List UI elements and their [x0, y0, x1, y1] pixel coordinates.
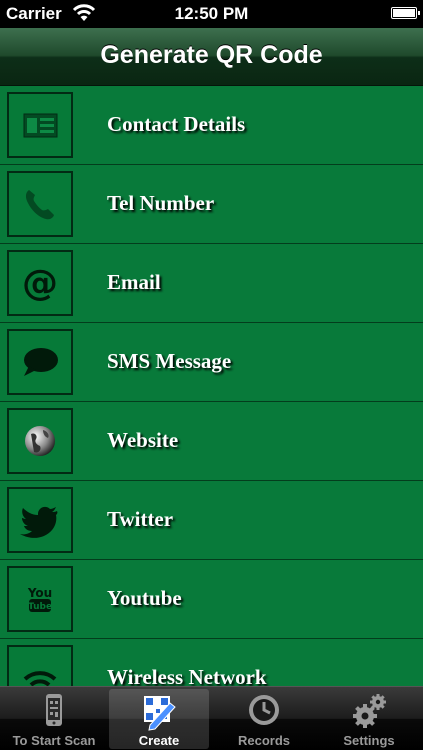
clock-icon: [249, 695, 279, 725]
svg-text:Tube: Tube: [28, 602, 52, 612]
tab-label: Settings: [343, 733, 395, 748]
globe-icon: [7, 408, 73, 474]
tab-label: To Start Scan: [12, 733, 96, 748]
list-item-label: Contact Details: [107, 112, 246, 136]
svg-text:You: You: [27, 586, 52, 600]
list-item-label: Wireless Network: [107, 665, 267, 686]
tab-settings[interactable]: Settings: [319, 689, 419, 749]
tab-records[interactable]: Records: [214, 689, 314, 749]
youtube-icon: You Tube: [7, 566, 73, 632]
list-item-label: Email: [107, 270, 161, 294]
phone-scan-icon: [46, 694, 62, 726]
qr-pen-icon: [144, 696, 176, 731]
list-item-label: SMS Message: [107, 349, 232, 373]
tab-create[interactable]: Create: [109, 689, 209, 749]
navigation-bar: Generate QR Code: [0, 28, 423, 86]
tab-label: Records: [237, 733, 291, 748]
list-item-contact-details[interactable]: Contact Details: [0, 86, 423, 165]
list-item-website[interactable]: Website: [0, 402, 423, 481]
list-item-youtube[interactable]: You Tube Youtube: [0, 560, 423, 639]
tab-to-start-scan[interactable]: To Start Scan: [4, 689, 104, 749]
tab-label: Create: [138, 733, 180, 748]
clock-time: 12:50 PM: [174, 4, 249, 23]
twitter-bird-icon: [7, 487, 73, 553]
list-item-label: Tel Number: [107, 191, 215, 215]
list-item-email[interactable]: @ Email: [0, 244, 423, 323]
svg-text:@: @: [22, 263, 58, 304]
phone-icon: [7, 171, 73, 237]
tab-bar: To Start Scan Create Records Settings: [0, 686, 423, 750]
list-item-twitter[interactable]: Twitter: [0, 481, 423, 560]
list-item-label: Twitter: [107, 507, 174, 531]
list-item-sms-message[interactable]: SMS Message: [0, 323, 423, 402]
page-title: Generate QR Code: [100, 41, 323, 69]
qr-type-list[interactable]: Contact Details Tel Number @ Email SMS M…: [0, 86, 423, 686]
list-item-label: Youtube: [107, 586, 182, 610]
list-item-wireless-network[interactable]: Wireless Network: [0, 639, 423, 686]
contact-card-icon: [7, 92, 73, 158]
gears-icon: [353, 694, 386, 728]
battery-icon: [391, 7, 420, 19]
status-bar: Carrier 12:50 PM: [0, 0, 423, 28]
speech-bubble-icon: [7, 329, 73, 395]
list-item-tel-number[interactable]: Tel Number: [0, 165, 423, 244]
wifi-icon: [7, 645, 73, 686]
list-item-label: Website: [107, 428, 179, 452]
at-sign-icon: @: [7, 250, 73, 316]
